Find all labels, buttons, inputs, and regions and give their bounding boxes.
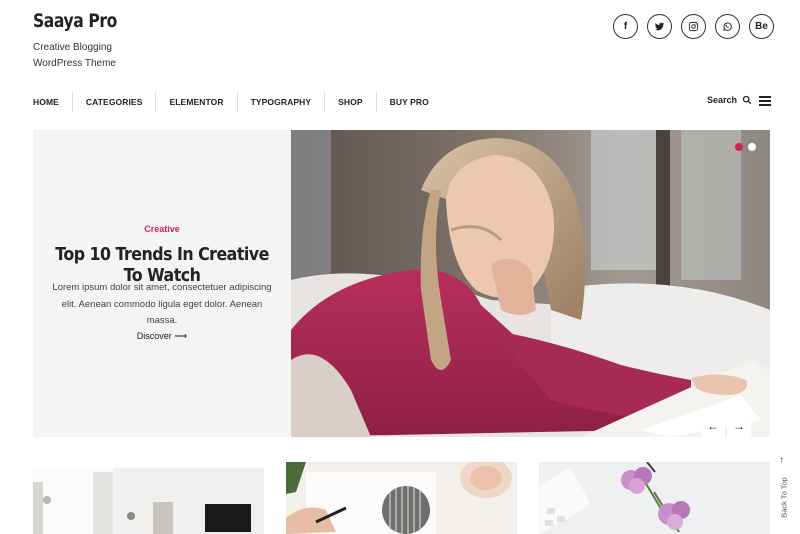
post-card-image-flowers[interactable] — [539, 462, 770, 534]
prev-arrow-icon[interactable]: ← — [701, 414, 725, 437]
slider-dots — [735, 143, 756, 151]
instagram-icon[interactable] — [681, 14, 706, 39]
site-title[interactable]: Saaya Pro — [33, 10, 117, 32]
nav-item-categories[interactable]: CATEGORIES — [71, 92, 156, 112]
search-label: Search — [707, 95, 738, 105]
back-to-top-label: Back To Top — [779, 477, 789, 518]
next-arrow-icon[interactable]: → — [727, 414, 751, 437]
slider-arrows: ← → — [701, 414, 751, 437]
slide-content-panel: Creative Top 10 Trends In Creative To Wa… — [33, 130, 291, 437]
featured-slider: Creative Top 10 Trends In Creative To Wa… — [33, 130, 770, 437]
slide-excerpt: Lorem ipsum dolor sit amet, consectetuer… — [52, 282, 272, 326]
primary-nav: HOME CATEGORIES ELEMENTOR TYPOGRAPHY SHO… — [33, 92, 442, 112]
back-to-top-button[interactable]: ↑ Back To Top — [776, 455, 790, 525]
whatsapp-icon[interactable] — [715, 14, 740, 39]
slide-image[interactable]: ← → — [291, 130, 770, 437]
slide-category[interactable]: Creative — [33, 224, 291, 234]
social-links: f Be — [613, 14, 774, 39]
nav-item-shop[interactable]: SHOP — [324, 92, 376, 112]
hamburger-menu-icon[interactable] — [759, 96, 771, 106]
search-button[interactable]: Search — [707, 95, 752, 105]
nav-item-elementor[interactable]: ELEMENTOR — [155, 92, 236, 112]
behance-glyph: Be — [755, 21, 768, 32]
behance-icon[interactable]: Be — [749, 14, 774, 39]
post-card-image-interior[interactable] — [33, 462, 264, 534]
site-description: Creative Blogging WordPress Theme — [33, 42, 116, 69]
arrow-up-icon: ↑ — [779, 455, 784, 466]
post-cards — [33, 462, 770, 534]
post-card-image-desk[interactable] — [286, 462, 517, 534]
nav-item-buy-pro[interactable]: BUY PRO — [375, 92, 442, 112]
slider-dot-2[interactable] — [748, 143, 756, 151]
facebook-glyph: f — [623, 21, 628, 32]
discover-link[interactable]: Discover ⟶ — [33, 331, 291, 342]
twitter-icon[interactable] — [647, 14, 672, 39]
facebook-icon[interactable]: f — [613, 14, 638, 39]
search-icon — [742, 95, 752, 105]
slider-dot-1[interactable] — [735, 143, 743, 151]
nav-item-typography[interactable]: TYPOGRAPHY — [236, 92, 325, 112]
nav-item-home[interactable]: HOME — [33, 92, 72, 112]
